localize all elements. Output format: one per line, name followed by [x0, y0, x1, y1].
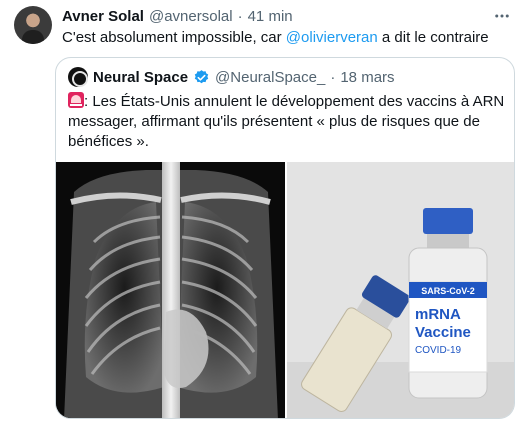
vial-label-line2: mRNA — [415, 306, 461, 323]
tweet-text-after: a dit le contraire — [377, 29, 489, 46]
tweet-text: C'est absolument impossible, car @olivie… — [62, 28, 512, 48]
media-grid: SARS-CoV-2 mRNA Vaccine COVID-19 — [56, 162, 514, 418]
vial-label-line1: SARS-CoV-2 — [421, 286, 475, 296]
chest-xray-graphic — [56, 162, 285, 418]
tweet-time[interactable]: 41 min — [248, 8, 293, 25]
tweet-header: Avner Solal @avnersolal · 41 min — [62, 6, 293, 26]
author-avatar[interactable] — [14, 6, 52, 44]
quoted-avatar[interactable] — [68, 67, 88, 87]
quoted-tweet[interactable]: Neural Space @NeuralSpace_ · 18 mars : L… — [55, 57, 515, 419]
more-icon-glyph — [495, 14, 509, 18]
author-name[interactable]: Avner Solal — [62, 8, 144, 25]
tweet: Avner Solal @avnersolal · 41 min C'est a… — [0, 0, 526, 426]
mention-link[interactable]: @olivierveran — [286, 29, 378, 46]
vaccine-vials-graphic: SARS-CoV-2 mRNA Vaccine COVID-19 — [287, 162, 514, 418]
quoted-separator: · — [330, 68, 336, 86]
author-handle[interactable]: @avnersolal — [149, 8, 233, 25]
quoted-text: : Les États-Unis annulent le développeme… — [68, 92, 508, 152]
tweet-text-before: C'est absolument impossible, car — [62, 29, 286, 46]
quoted-header: Neural Space @NeuralSpace_ · 18 mars — [68, 67, 395, 87]
vial-label-line3: Vaccine — [415, 324, 471, 341]
more-icon[interactable] — [492, 6, 512, 26]
quoted-handle[interactable]: @NeuralSpace_ — [215, 69, 325, 86]
quoted-author-name[interactable]: Neural Space — [93, 69, 188, 86]
chest-xray-image[interactable] — [56, 162, 285, 418]
vial-label-line4: COVID-19 — [415, 345, 462, 356]
siren-icon — [68, 92, 84, 108]
separator: · — [237, 7, 243, 25]
quoted-date[interactable]: 18 mars — [340, 69, 394, 86]
verified-badge-icon — [194, 69, 209, 83]
quoted-text-body: : Les États-Unis annulent le développeme… — [68, 93, 505, 150]
mrna-vaccine-image[interactable]: SARS-CoV-2 mRNA Vaccine COVID-19 — [287, 162, 514, 418]
